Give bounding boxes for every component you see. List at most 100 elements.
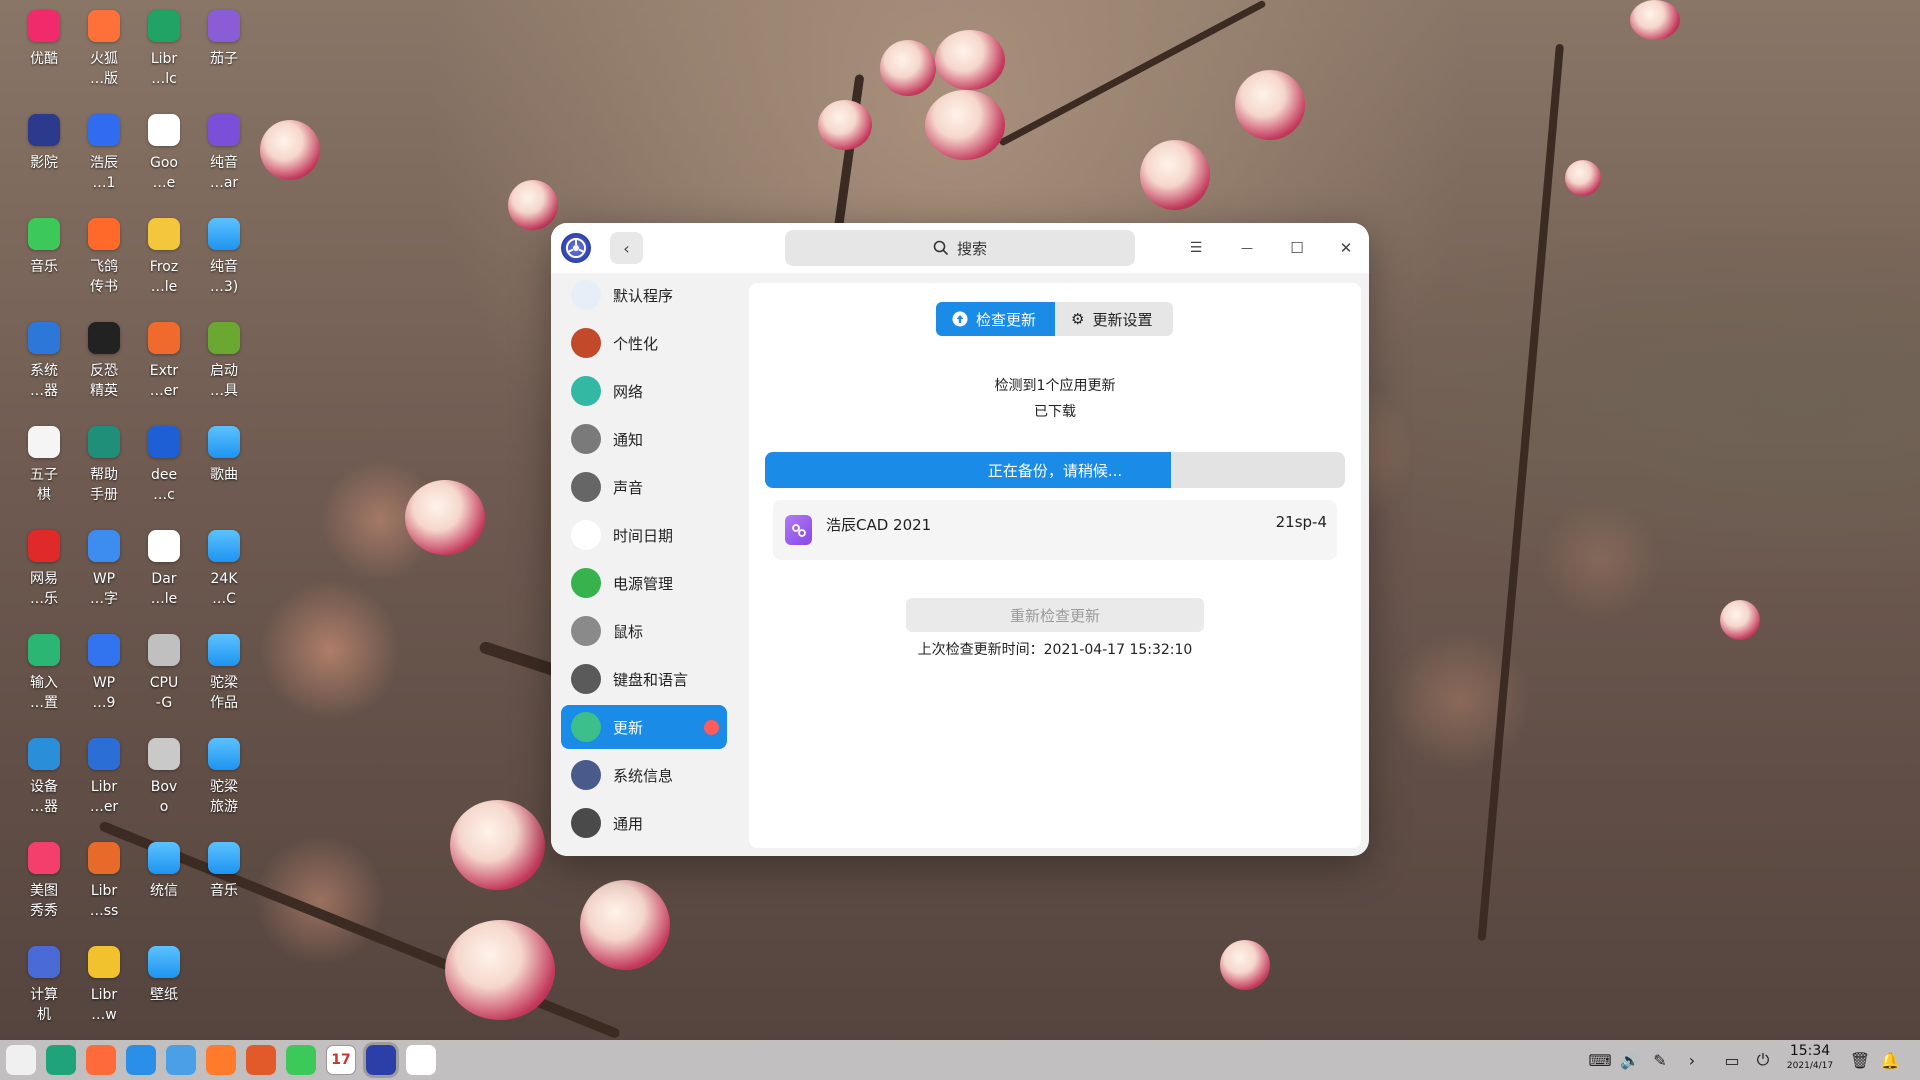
main-menu-button[interactable]: ☰ [1181, 233, 1211, 263]
update-tab-switcher: 检查更新 ⚙ 更新设置 [936, 302, 1173, 336]
pen-tray-icon[interactable]: ✎ [1648, 1040, 1672, 1080]
sidebar-item[interactable]: 键盘和语言 [561, 657, 727, 701]
desktop-icon[interactable]: 设备 …器 [14, 738, 74, 817]
file-manager-icon[interactable] [126, 1045, 156, 1075]
desktop-icon[interactable]: 反恐 精英 [74, 322, 134, 401]
appstore-bag-icon[interactable] [206, 1045, 236, 1075]
taskbar-clock[interactable]: 15:34 2021/4/17 [1785, 1043, 1835, 1072]
desktop-icon[interactable]: Libr …er [74, 738, 134, 817]
desktop-icon[interactable]: Goo …e [134, 114, 194, 193]
desktop-icon[interactable]: 纯音 …ar [194, 114, 254, 193]
back-button[interactable]: ‹ [610, 232, 643, 264]
desktop-icon[interactable]: CPU -G [134, 634, 194, 713]
tab-update-settings[interactable]: ⚙ 更新设置 [1055, 302, 1173, 336]
desktop-icon[interactable]: 茄子 [194, 10, 254, 69]
netease-music-icon [28, 530, 60, 562]
desktop-icon[interactable]: WP …字 [74, 530, 134, 609]
desktop-icon[interactable]: 驼梁 旅游 [194, 738, 254, 817]
sidebar-item[interactable]: 声音 [561, 465, 727, 509]
sidebar-item[interactable]: 通知 [561, 417, 727, 461]
feige-icon [88, 218, 120, 250]
desktop-icon[interactable]: 浩辰 …1 [74, 114, 134, 193]
desktop-icon-label: 壁纸 [150, 987, 178, 1003]
close-button[interactable]: ✕ [1331, 233, 1361, 263]
browser-icon[interactable] [166, 1045, 196, 1075]
desktop-icon[interactable]: dee …c [134, 426, 194, 505]
sidebar-item[interactable]: 更新 [561, 705, 727, 749]
update-panel: 检查更新 ⚙ 更新设置 检测到1个应用更新 已下载 正在备份，请稍候... 浩辰… [749, 283, 1361, 848]
sidebar-item[interactable]: 通用 [561, 801, 727, 845]
desktop-icon[interactable]: 音乐 [194, 842, 254, 901]
sidebar-item[interactable]: 电源管理 [561, 561, 727, 605]
desktop-icon[interactable]: 系统 …器 [14, 322, 74, 401]
desktop-icon[interactable]: 启动 …具 [194, 322, 254, 401]
desktop-icon[interactable]: Libr …w [74, 946, 134, 1025]
desktop-icon[interactable]: 驼梁 作品 [194, 634, 254, 713]
bell-tray-icon[interactable]: 🔔 [1878, 1040, 1902, 1080]
desktop-icon[interactable]: 优酷 [14, 10, 74, 69]
desktop-icon[interactable]: 24K …C [194, 530, 254, 609]
tab-check-update[interactable]: 检查更新 [936, 302, 1055, 336]
taskbar: ⌨ 🔊 ✎ › ▭ ⏻ 15:34 2021/4/17 🗑 🔔 17 [0, 1040, 1920, 1080]
image-viewer-icon[interactable] [246, 1045, 276, 1075]
sidebar-item[interactable]: 网络 [561, 369, 727, 413]
chrome-icon[interactable] [406, 1045, 436, 1075]
sidebar-item[interactable]: 默认程序 [561, 273, 727, 317]
sidebar-item[interactable]: 系统信息 [561, 753, 727, 797]
expand-tray-icon[interactable]: › [1680, 1040, 1704, 1080]
desktop-icon-label: 计算 机 [30, 987, 58, 1023]
desktop-icon[interactable]: Dar …le [134, 530, 194, 609]
desktop-icon[interactable]: Froz …le [134, 218, 194, 297]
desktop-icon[interactable]: 纯音 …3) [194, 218, 254, 297]
desktop-icon[interactable]: Libr …lc [134, 10, 194, 89]
trash-tray-icon[interactable]: 🗑 [1848, 1040, 1872, 1080]
desktop-icon[interactable]: 音乐 [14, 218, 74, 277]
desktop-icon[interactable]: 影院 [14, 114, 74, 173]
gstarcad-icon [785, 515, 812, 545]
desktop-icon[interactable]: Extr …er [134, 322, 194, 401]
app-store-icon[interactable] [86, 1045, 116, 1075]
desktop-icon[interactable]: WP …9 [74, 634, 134, 713]
maximize-button[interactable]: ☐ [1282, 233, 1312, 263]
control-center-icon[interactable] [366, 1045, 396, 1075]
volume-tray-icon[interactable]: 🔊 [1618, 1040, 1642, 1080]
multitasking-icon[interactable] [46, 1045, 76, 1075]
minimize-button[interactable]: — [1232, 233, 1262, 263]
calendar-icon[interactable]: 17 [326, 1045, 356, 1075]
desktop-icon[interactable]: 统信 [134, 842, 194, 901]
desktop-icon[interactable]: 壁纸 [134, 946, 194, 1005]
desktop-icon[interactable]: 输入 …置 [14, 634, 74, 713]
arrow-up-circle-icon [952, 311, 968, 327]
desktop-icon[interactable]: Bov o [134, 738, 194, 817]
desktop-icon[interactable]: 美图 秀秀 [14, 842, 74, 921]
desktop-icon-label: Libr …w [90, 987, 118, 1023]
launcher-icon[interactable] [6, 1045, 36, 1075]
desktop-icon[interactable]: 歌曲 [194, 426, 254, 485]
desktop-icon[interactable]: Libr …ss [74, 842, 134, 921]
desktop-icon[interactable]: 帮助 手册 [74, 426, 134, 505]
title-bar: ‹ 搜索 ☰ — ☐ ✕ [551, 223, 1369, 273]
power-tray-icon[interactable]: ⏻ [1750, 1040, 1776, 1080]
recheck-update-button[interactable]: 重新检查更新 [906, 598, 1204, 632]
desktop-icon[interactable]: 五子 棋 [14, 426, 74, 505]
search-input[interactable]: 搜索 [785, 230, 1135, 266]
download-status-text: 已下载 [1034, 404, 1076, 420]
music-icon[interactable] [286, 1045, 316, 1075]
sidebar-item[interactable]: 个性化 [561, 321, 727, 365]
close-icon: ✕ [1339, 239, 1353, 257]
last-check-time: 上次检查更新时间：2021-04-17 15:32:10 [917, 642, 1193, 658]
default-apps-icon [571, 280, 601, 310]
desktop-icon[interactable]: 飞鸽 传书 [74, 218, 134, 297]
desktop-icon[interactable]: 计算 机 [14, 946, 74, 1025]
desktop-icon[interactable]: 火狐 …版 [74, 10, 134, 89]
maximize-icon: ☐ [1290, 239, 1304, 257]
sidebar-item[interactable]: 时间日期 [561, 513, 727, 557]
desktop-icon[interactable]: 网易 …乐 [14, 530, 74, 609]
keyboard-tray-icon[interactable]: ⌨ [1588, 1040, 1612, 1080]
desktop-icon-label: Froz …le [149, 259, 179, 295]
cpu-g-icon [148, 634, 180, 666]
mouse-icon [571, 616, 601, 646]
desktop-icon-label: Libr …ss [89, 883, 119, 919]
sidebar-item[interactable]: 鼠标 [561, 609, 727, 653]
notification-center-tray-icon[interactable]: ▭ [1720, 1040, 1744, 1080]
